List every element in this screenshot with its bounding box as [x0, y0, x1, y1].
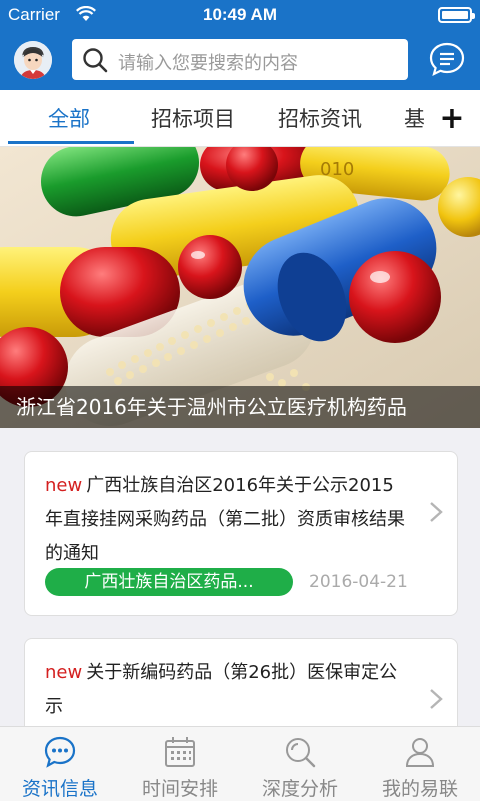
battery-icon	[438, 7, 475, 23]
bottom-tab-label: 资讯信息	[21, 778, 98, 800]
new-badge: new	[45, 475, 83, 496]
bottom-tab-news[interactable]: 资讯信息	[0, 727, 120, 801]
chevron-right-icon	[430, 502, 443, 522]
tab-bidding-news[interactable]: 招标资讯	[278, 103, 362, 133]
search-input[interactable]: 请输入您要搜索的内容	[118, 49, 298, 75]
news-date: 2016-04-21	[309, 572, 408, 592]
user-icon	[405, 738, 435, 767]
search-icon	[83, 48, 108, 73]
bottom-tab-schedule[interactable]: 时间安排	[120, 727, 240, 801]
bottom-tab-bar: 资讯信息 时间安排 深度分析 我的易联	[0, 726, 480, 801]
bottom-tab-profile[interactable]: 我的易联	[360, 727, 480, 801]
news-card[interactable]: new 广西壮族自治区2016年关于公示2015年直接挂网采购药品（第二批）资质审…	[24, 451, 458, 616]
clock: 10:49 AM	[202, 5, 277, 24]
search-bar[interactable]: 请输入您要搜索的内容	[72, 39, 408, 80]
news-text: new 广西壮族自治区2016年关于公示2015年直接挂网采购药品（第二批）资质审…	[45, 469, 405, 571]
bottom-tab-label: 我的易联	[381, 778, 458, 800]
calendar-icon	[165, 737, 195, 767]
chat-bubble-icon	[44, 736, 76, 768]
tab-all[interactable]: 全部	[48, 103, 90, 133]
bottom-tab-label: 时间安排	[141, 778, 218, 800]
banner-carousel[interactable]: 010 浙江省2016年关于温州市公立医疗机构药品	[0, 147, 480, 428]
news-text: new 关于新编码药品（第26批）医保审定公示	[45, 656, 405, 724]
message-icon[interactable]	[428, 40, 466, 78]
battery-fill	[442, 11, 468, 19]
status-bar: Carrier 10:49 AM	[0, 0, 480, 30]
nav-bar: 请输入您要搜索的内容	[0, 30, 480, 90]
region-tag[interactable]: 广西壮族自治区药品...	[45, 568, 293, 596]
bottom-tab-label: 深度分析	[261, 778, 338, 800]
new-badge: new	[45, 662, 83, 683]
tab-partial[interactable]: 基	[404, 103, 425, 133]
chevron-right-icon	[430, 689, 443, 709]
avatar-image	[14, 41, 52, 79]
banner-caption: 浙江省2016年关于温州市公立医疗机构药品	[0, 386, 480, 428]
magnifier-icon	[286, 738, 316, 768]
active-tab-indicator	[8, 141, 134, 144]
add-tab-button[interactable]: +	[424, 90, 480, 146]
bottom-tab-analysis[interactable]: 深度分析	[240, 727, 360, 801]
category-tabs: 全部 招标项目 招标资讯 基 +	[0, 90, 480, 147]
news-title: 关于新编码药品（第26批）医保审定公示	[45, 662, 398, 717]
avatar[interactable]	[14, 41, 52, 79]
news-title: 广西壮族自治区2016年关于公示2015年直接挂网采购药品（第二批）资质审核结果…	[45, 475, 405, 564]
tab-bidding-projects[interactable]: 招标项目	[151, 103, 235, 133]
